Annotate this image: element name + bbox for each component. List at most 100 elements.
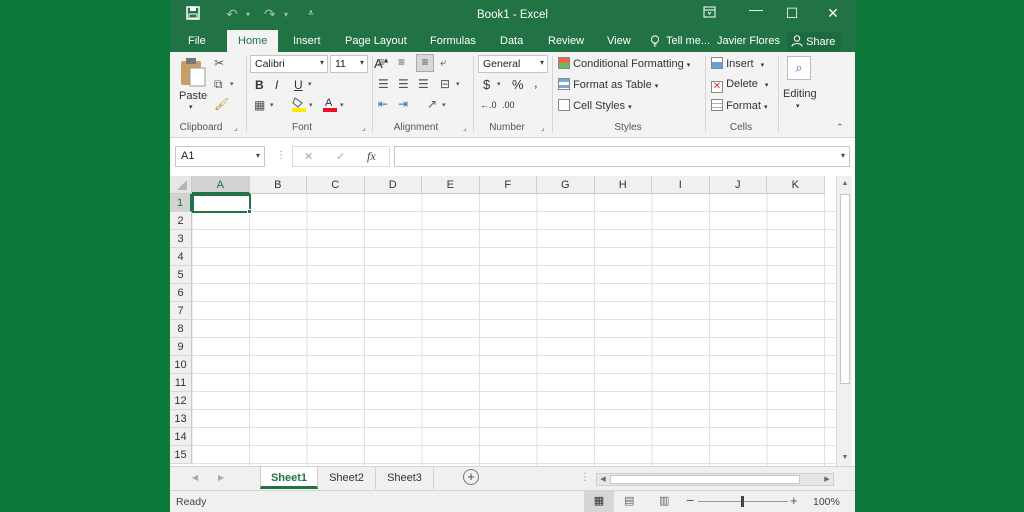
align-top-icon[interactable]: ≡: [378, 55, 385, 69]
split-handle-icon[interactable]: ⋮: [580, 472, 590, 483]
worksheet-grid[interactable]: ABCDEFGHIJK 1 2 3 4 5 6 7 8 9 10 11 12 13 14 15: [170, 176, 835, 466]
tab-formulas[interactable]: Formulas: [430, 35, 476, 47]
decrease-decimal-button[interactable]: .00: [502, 100, 515, 110]
paste-icon[interactable]: [178, 56, 208, 91]
column-header-h[interactable]: H: [594, 176, 652, 194]
tab-insert[interactable]: Insert: [293, 35, 321, 47]
close-icon[interactable]: ✕: [821, 5, 845, 22]
user-name[interactable]: Javier Flores: [717, 35, 780, 47]
next-sheet-icon[interactable]: ▶: [218, 473, 224, 482]
search-icon[interactable]: ⌕: [787, 56, 811, 80]
formula-input[interactable]: ▾: [394, 146, 850, 167]
font-color-icon[interactable]: A: [323, 96, 337, 115]
merge-center-icon[interactable]: ⊟: [440, 77, 450, 91]
borders-icon[interactable]: ▦: [254, 98, 265, 112]
currency-button[interactable]: $: [483, 77, 490, 92]
clipboard-launcher-icon[interactable]: ⌟: [234, 123, 238, 132]
scroll-down-icon[interactable]: ▼: [838, 454, 852, 461]
horizontal-scroll-thumb[interactable]: [610, 475, 800, 484]
zoom-level[interactable]: 100%: [813, 496, 840, 508]
tab-data[interactable]: Data: [500, 35, 523, 47]
tab-file[interactable]: File: [188, 35, 206, 47]
comma-button[interactable]: ,: [534, 75, 538, 90]
fill-handle[interactable]: [247, 209, 252, 214]
zoom-in-icon[interactable]: +: [790, 493, 798, 508]
prev-sheet-icon[interactable]: ◀: [192, 473, 198, 482]
more-options-icon[interactable]: ⋮: [276, 150, 286, 161]
row-header-2[interactable]: 2: [170, 212, 192, 230]
zoom-out-icon[interactable]: −: [686, 492, 694, 508]
wrap-text-icon[interactable]: ⤶: [440, 55, 447, 70]
editing-dropdown-icon[interactable]: ▾: [796, 102, 800, 110]
underline-button[interactable]: U: [294, 78, 303, 92]
italic-button[interactable]: I: [275, 78, 278, 92]
row-header-13[interactable]: 13: [170, 410, 192, 428]
tab-review[interactable]: Review: [548, 35, 584, 47]
scroll-left-icon[interactable]: ◀: [596, 475, 610, 483]
number-launcher-icon[interactable]: ⌟: [541, 123, 545, 132]
cut-icon[interactable]: ✂: [214, 56, 224, 70]
tab-view[interactable]: View: [607, 35, 631, 47]
column-header-d[interactable]: D: [364, 176, 422, 194]
row-header-10[interactable]: 10: [170, 356, 192, 374]
row-header-12[interactable]: 12: [170, 392, 192, 410]
merge-dropdown-icon[interactable]: ▾: [456, 80, 460, 88]
font-color-dropdown-icon[interactable]: ▾: [340, 101, 344, 109]
scroll-right-icon[interactable]: ▶: [820, 475, 834, 483]
page-layout-view-icon[interactable]: ▤: [624, 494, 634, 507]
cell-area[interactable]: [192, 194, 835, 466]
tell-me-box[interactable]: Tell me...: [666, 35, 710, 47]
minimize-icon[interactable]: —: [744, 1, 768, 17]
align-right-icon[interactable]: ☰: [418, 77, 429, 91]
name-box[interactable]: A1 ▾: [175, 146, 265, 167]
editing-button[interactable]: Editing: [783, 88, 817, 100]
column-header-j[interactable]: J: [709, 176, 767, 194]
font-name-select[interactable]: Calibri ▾: [250, 55, 328, 73]
cell-styles-button[interactable]: Cell Styles ▾: [558, 99, 632, 112]
enter-icon[interactable]: ✓: [336, 150, 345, 163]
row-header-6[interactable]: 6: [170, 284, 192, 302]
column-header-k[interactable]: K: [767, 176, 825, 194]
row-header-9[interactable]: 9: [170, 338, 192, 356]
align-center-icon[interactable]: ☰: [398, 77, 409, 91]
row-header-15[interactable]: 15: [170, 446, 192, 464]
column-header-g[interactable]: G: [537, 176, 595, 194]
bold-button[interactable]: B: [255, 78, 264, 92]
underline-dropdown-icon[interactable]: ▾: [308, 80, 312, 88]
align-middle-icon[interactable]: ≡: [398, 55, 405, 69]
tab-home[interactable]: Home: [227, 30, 279, 52]
scroll-up-icon[interactable]: ▲: [838, 180, 852, 187]
column-header-i[interactable]: I: [652, 176, 710, 194]
add-sheet-button[interactable]: +: [463, 469, 479, 485]
row-header-11[interactable]: 11: [170, 374, 192, 392]
sheet-tab-1[interactable]: Sheet1: [260, 467, 318, 489]
vertical-scroll-thumb[interactable]: [840, 194, 850, 384]
conditional-formatting-button[interactable]: Conditional Formatting ▾: [558, 57, 690, 70]
column-header-b[interactable]: B: [249, 176, 307, 194]
currency-dropdown-icon[interactable]: ▾: [497, 80, 501, 88]
cancel-icon[interactable]: ✕: [304, 150, 313, 163]
align-left-icon[interactable]: ☰: [378, 77, 389, 91]
select-all-button[interactable]: [170, 176, 192, 194]
font-launcher-icon[interactable]: ⌟: [362, 123, 366, 132]
column-header-e[interactable]: E: [422, 176, 480, 194]
row-header-4[interactable]: 4: [170, 248, 192, 266]
row-header-14[interactable]: 14: [170, 428, 192, 446]
font-size-select[interactable]: 11 ▾: [330, 55, 368, 73]
increase-decimal-button[interactable]: ←.0: [480, 100, 497, 110]
copy-dropdown-icon[interactable]: ▾: [230, 80, 234, 88]
increase-indent-icon[interactable]: ⇥: [398, 97, 408, 111]
share-button[interactable]: Share: [787, 32, 842, 52]
format-cells-button[interactable]: Format ▾: [711, 99, 767, 112]
row-header-5[interactable]: 5: [170, 266, 192, 284]
fill-color-dropdown-icon[interactable]: ▾: [309, 101, 313, 109]
align-bottom-icon[interactable]: ≡: [416, 54, 434, 72]
vertical-scrollbar[interactable]: ▲ ▼: [836, 176, 852, 466]
horizontal-scrollbar[interactable]: ◀ ▶: [596, 473, 834, 486]
collapse-ribbon-icon[interactable]: ⌃: [836, 122, 844, 133]
sheet-tab-2[interactable]: Sheet2: [318, 467, 376, 489]
maximize-icon[interactable]: ☐: [780, 5, 804, 22]
row-header-3[interactable]: 3: [170, 230, 192, 248]
paste-dropdown-icon[interactable]: ▾: [189, 103, 193, 111]
paste-label[interactable]: Paste: [179, 90, 207, 102]
